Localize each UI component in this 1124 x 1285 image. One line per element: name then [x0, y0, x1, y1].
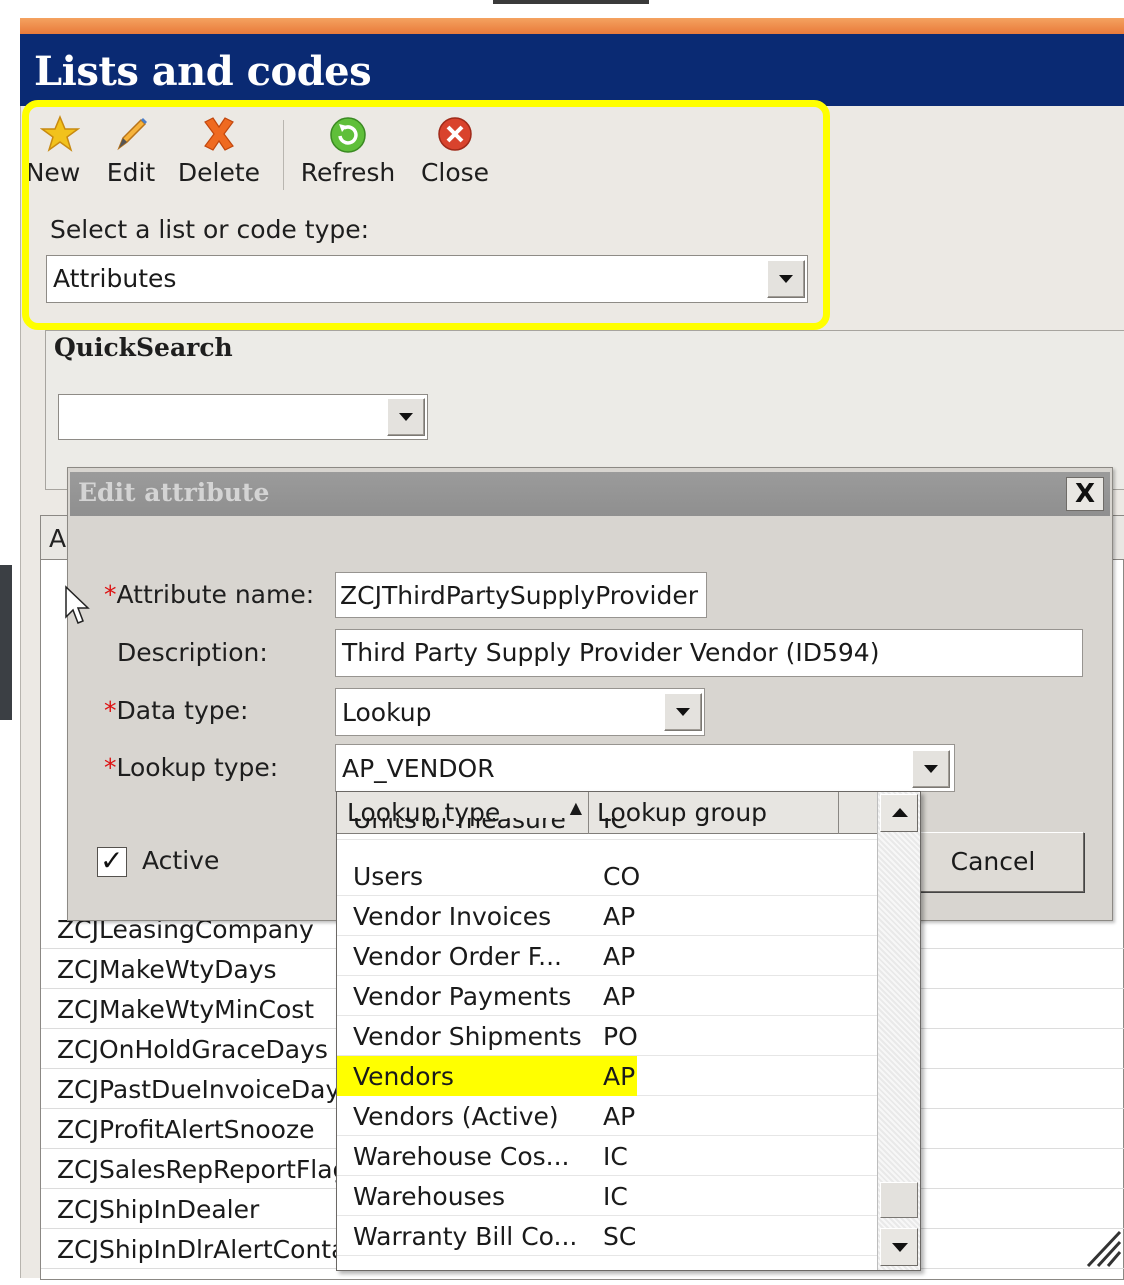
- list-item[interactable]: Vendors (Active) AP: [337, 1096, 877, 1136]
- list-item-group: AP: [603, 902, 636, 931]
- close-icon: X: [1074, 479, 1096, 509]
- list-item[interactable]: Vendor Order F... AP: [337, 936, 877, 976]
- lookup-type-select[interactable]: AP_VENDOR: [335, 744, 955, 792]
- description-value: Third Party Supply Provider Vendor (ID59…: [342, 638, 880, 667]
- list-item-type: Vendor Order F...: [353, 942, 562, 971]
- sort-asc-icon: ▲: [569, 798, 582, 817]
- list-item[interactable]: Units of measure IC: [337, 818, 877, 840]
- required-marker: *: [104, 696, 117, 725]
- required-marker: *: [104, 753, 117, 782]
- list-item[interactable]: Warehouse Cos... IC: [337, 1136, 877, 1176]
- dialog-close-button[interactable]: X: [1066, 477, 1104, 511]
- quicksearch-input[interactable]: [58, 394, 428, 440]
- table-cell: ZCJShipInDlrAlertContact: [57, 1235, 370, 1264]
- scroll-thumb[interactable]: [880, 1182, 918, 1218]
- list-item[interactable]: Users CO: [337, 856, 877, 896]
- chevron-down-icon: [924, 765, 938, 773]
- list-item-group: AP: [603, 942, 636, 971]
- list-item-group: AP: [603, 1102, 636, 1131]
- list-item[interactable]: Vendor Payments AP: [337, 976, 877, 1016]
- list-item-type: Warehouses: [353, 1182, 505, 1211]
- window-edge-top: [493, 0, 649, 4]
- list-item[interactable]: Warranty Bill Co... SC: [337, 1216, 877, 1256]
- lookup-type-value: AP_VENDOR: [342, 754, 495, 783]
- lookup-type-label: *Lookup type:: [104, 753, 278, 782]
- data-type-label: *Data type:: [104, 696, 248, 725]
- list-item-type: Vendors: [353, 1062, 454, 1091]
- list-item-group: AP: [603, 1062, 636, 1091]
- list-item-type: Vendors (Active): [353, 1102, 559, 1131]
- table-cell: ZCJMakeWtyDays: [57, 955, 277, 984]
- attribute-name-field[interactable]: ZCJThirdPartySupplyProvider: [335, 572, 707, 618]
- accent-bar: [20, 18, 1124, 34]
- description-field[interactable]: Third Party Supply Provider Vendor (ID59…: [335, 629, 1083, 677]
- chevron-down-icon: [892, 1243, 908, 1252]
- table-cell: ZCJOnHoldGraceDays: [57, 1035, 328, 1064]
- list-item-selected[interactable]: Vendors AP: [337, 1056, 877, 1096]
- dialog-title: Edit attribute: [78, 478, 270, 507]
- lookup-type-dropdown-button[interactable]: [912, 750, 950, 788]
- list-item[interactable]: Warehouses IC: [337, 1176, 877, 1216]
- description-label: Description:: [117, 638, 268, 667]
- active-checkbox[interactable]: ✓: [97, 844, 127, 877]
- list-item-type: Units of measure: [353, 818, 566, 834]
- list-item-group: AP: [603, 982, 636, 1011]
- lookup-type-dropdown-list[interactable]: Lookup type ▲ Lookup group Units of meas…: [336, 791, 921, 1271]
- grid-header-label: A: [49, 524, 67, 553]
- scroll-up-button[interactable]: [880, 794, 918, 832]
- list-item-group: SC: [603, 1222, 637, 1251]
- table-cell: ZCJShipInDealer: [57, 1195, 260, 1224]
- attribute-name-label: *Attribute name:: [104, 580, 314, 609]
- quicksearch-label: QuickSearch: [54, 333, 233, 362]
- list-item-group: IC: [603, 818, 628, 834]
- table-cell: ZCJSalesRepReportFlag: [57, 1155, 349, 1184]
- data-type-select[interactable]: Lookup: [335, 688, 705, 736]
- chevron-up-icon: [892, 808, 908, 817]
- required-marker: *: [104, 580, 117, 609]
- list-item-type: Warehouse Cos...: [353, 1142, 570, 1171]
- data-type-value: Lookup: [342, 698, 432, 727]
- list-item-group: CO: [603, 862, 641, 891]
- table-cell: ZCJMakeWtyMinCost: [57, 995, 315, 1024]
- window-edge-left: [0, 565, 12, 720]
- quicksearch-dropdown-button[interactable]: [387, 398, 425, 436]
- table-cell: ZCJProfitAlertSnooze: [57, 1115, 315, 1144]
- list-item[interactable]: Vendor Invoices AP: [337, 896, 877, 936]
- cancel-button[interactable]: Cancel: [902, 832, 1084, 892]
- data-type-dropdown-button[interactable]: [664, 693, 702, 731]
- list-item-group: PO: [603, 1022, 638, 1051]
- list-item-type: Warranty Bill Co...: [353, 1222, 578, 1251]
- data-type-label-text: Data type:: [116, 696, 249, 725]
- chevron-down-icon: [676, 708, 690, 716]
- lookup-type-label-text: Lookup type:: [116, 753, 279, 782]
- checkmark-icon: ✓: [100, 844, 124, 877]
- attribute-name-value: ZCJThirdPartySupplyProvider: [340, 581, 698, 610]
- mouse-cursor-icon: [65, 585, 90, 624]
- dropdown-scrollbar[interactable]: [877, 792, 920, 1270]
- list-item-type: Vendor Shipments: [353, 1022, 582, 1051]
- resize-grip-icon[interactable]: [1082, 1224, 1122, 1268]
- list-item-type: Vendor Invoices: [353, 902, 552, 931]
- toolbar-highlight-callout: [22, 100, 830, 330]
- chevron-down-icon: [399, 413, 413, 421]
- active-label: Active: [142, 846, 220, 875]
- list-item-group: IC: [603, 1142, 628, 1171]
- list-item-type: Vendor Payments: [353, 982, 572, 1011]
- list-item-group: IC: [603, 1182, 628, 1211]
- scroll-down-button[interactable]: [880, 1228, 918, 1266]
- list-item[interactable]: Vendor Shipments PO: [337, 1016, 877, 1056]
- list-item-type: Users: [353, 862, 424, 891]
- attribute-name-label-text: Attribute name:: [116, 580, 315, 609]
- page-title: Lists and codes: [34, 48, 372, 95]
- table-cell: ZCJPastDueInvoiceDays: [57, 1075, 354, 1104]
